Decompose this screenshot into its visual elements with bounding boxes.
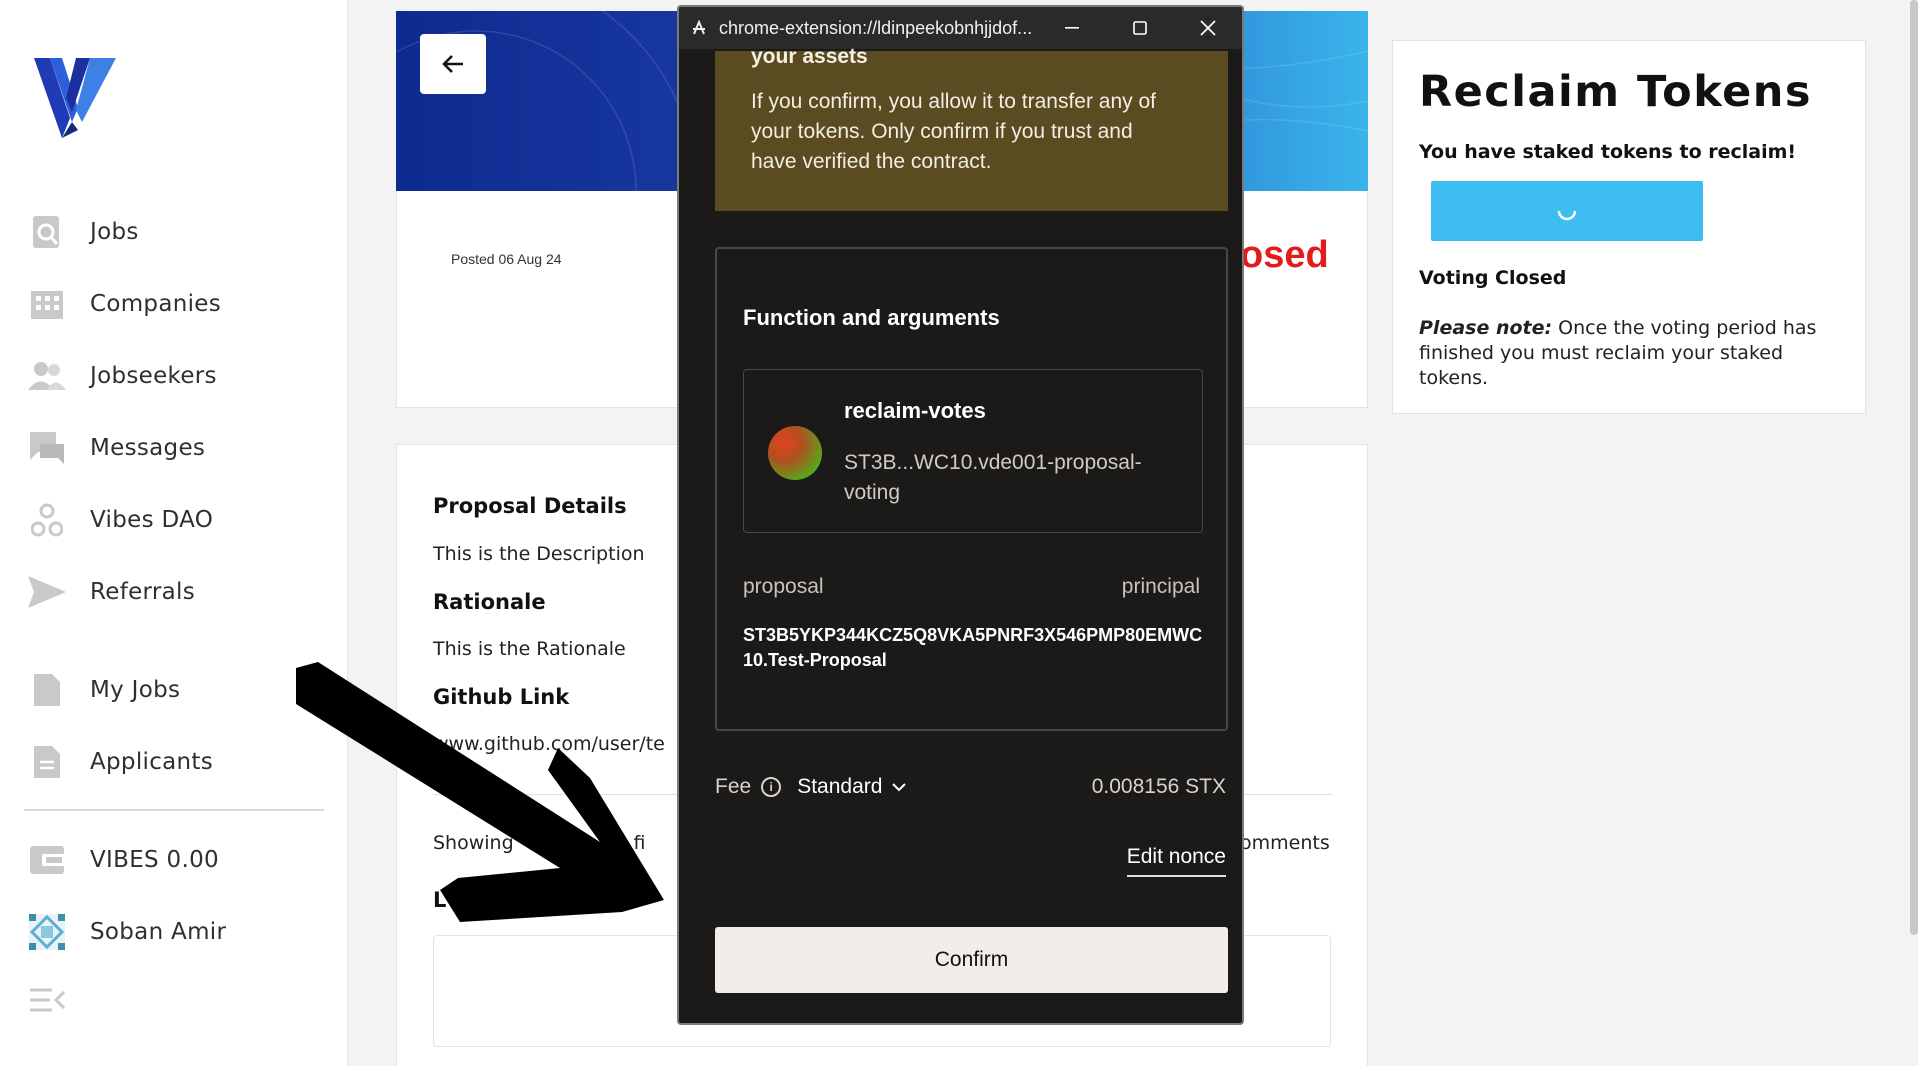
document-icon: [28, 743, 66, 781]
warning-text: If you confirm, you allow it to transfer…: [751, 90, 1157, 173]
fee-speed-select[interactable]: Standard: [797, 775, 907, 799]
function-heading: Function and arguments: [743, 305, 1000, 330]
fee-label: Fee: [715, 775, 752, 798]
sidebar-item-jobs[interactable]: Jobs: [28, 208, 318, 256]
warning-banner: your assets If you confirm, you allow it…: [715, 45, 1228, 211]
sidebar-item-messages[interactable]: Messages: [28, 424, 318, 472]
reclaim-note: Please note: Once the voting period has …: [1419, 316, 1849, 391]
people-icon: [28, 357, 66, 395]
argument-value: ST3B5YKP344KCZ5Q8VKA5PNRF3X546PMP80EMWC1…: [743, 625, 1203, 670]
send-icon: [28, 573, 66, 611]
fee-row: Fee i Standard: [715, 775, 907, 799]
loading-spinner-icon: [1557, 210, 1577, 221]
sidebar-divider: [24, 809, 324, 811]
sidebar-item-label: Companies: [90, 291, 222, 317]
github-heading: Github Link: [433, 685, 570, 709]
maximize-button[interactable]: [1106, 7, 1174, 49]
vibes-logo[interactable]: [32, 52, 116, 138]
sidebar-item-label: Soban Amir: [90, 919, 227, 945]
sidebar-item-label: Messages: [90, 435, 206, 461]
minimize-button[interactable]: [1038, 7, 1106, 49]
contract-avatar-icon: [768, 426, 822, 480]
sidebar-item-jobseekers[interactable]: Jobseekers: [28, 352, 318, 400]
sidebar-item-label: Jobseekers: [90, 363, 217, 389]
warning-heading: your assets: [751, 45, 868, 68]
showing-text-cont: t fi: [620, 832, 646, 854]
argument-type: principal: [1121, 575, 1200, 598]
minimize-icon: [1065, 27, 1079, 29]
arrow-left-icon: [442, 55, 463, 73]
building-icon: [28, 285, 66, 323]
sidebar-item-applicants[interactable]: Applicants: [28, 738, 318, 786]
page-scrollbar[interactable]: [1910, 0, 1918, 935]
sidebar-item-label: Vibes DAO: [90, 507, 214, 533]
dao-icon: [28, 501, 66, 539]
sidebar-item-companies[interactable]: Companies: [28, 280, 318, 328]
back-button[interactable]: [420, 34, 486, 94]
proposal-details-heading: Proposal Details: [433, 494, 627, 518]
wallet-popup-window: chrome-extension://ldinpeekobnhjjdof... …: [677, 5, 1244, 1025]
close-button[interactable]: [1174, 7, 1242, 49]
sidebar-item-my-jobs[interactable]: My Jobs: [28, 666, 318, 714]
voting-status: Voting Closed: [1419, 267, 1567, 289]
reclaim-button[interactable]: [1431, 181, 1703, 241]
sidebar-item-label: Applicants: [90, 749, 214, 775]
contract-id: ST3B...WC10.vde001-proposal-voting: [844, 451, 1142, 504]
collapse-sidebar-button[interactable]: [28, 976, 318, 1024]
sidebar-item-label: My Jobs: [90, 677, 181, 703]
posted-date: Posted 06 Aug 24: [451, 251, 562, 267]
close-icon: [1200, 20, 1216, 36]
sidebar-item-label: Referrals: [90, 579, 196, 605]
info-icon[interactable]: i: [761, 777, 782, 797]
sidebar-item-wallet[interactable]: VIBES 0.00: [28, 836, 318, 884]
proposal-status: osed: [1240, 234, 1329, 276]
reclaim-tokens-panel: Reclaim Tokens You have staked tokens to…: [1392, 40, 1866, 414]
argument-name: proposal: [743, 575, 824, 598]
fee-amount: 0.008156 STX: [1091, 775, 1226, 798]
proposal-description: This is the Description: [433, 543, 645, 565]
maximize-icon: [1133, 21, 1147, 35]
wallet-icon: [28, 841, 66, 879]
chat-icon: [28, 429, 66, 467]
showing-text: Showing: [433, 832, 514, 854]
github-link[interactable]: www.github.com/user/te: [433, 733, 665, 755]
sidebar-item-profile[interactable]: Soban Amir: [28, 908, 318, 956]
function-name: reclaim-votes: [844, 398, 986, 423]
fee-speed-value: Standard: [797, 775, 883, 798]
search-doc-icon: [28, 213, 66, 251]
sidebar: Jobs Companies Jobseekers Messages Vibes…: [0, 0, 348, 1066]
proposal-rationale: This is the Rationale: [433, 638, 626, 660]
file-icon: [28, 671, 66, 709]
extension-favicon: [689, 18, 709, 38]
sidebar-item-label: VIBES 0.00: [90, 847, 219, 873]
rationale-heading: Rationale: [433, 590, 546, 614]
sidebar-item-referrals[interactable]: Referrals: [28, 568, 318, 616]
function-arguments-box: Function and arguments reclaim-votes ST3…: [715, 247, 1228, 731]
comments-text: omments: [1240, 832, 1330, 854]
comments-heading: L: [433, 888, 447, 912]
confirm-button[interactable]: Confirm: [715, 927, 1228, 993]
popup-titlebar: chrome-extension://ldinpeekobnhjjdof...: [679, 7, 1242, 49]
popup-url: chrome-extension://ldinpeekobnhjjdof...: [719, 17, 1033, 38]
reclaim-subtitle: You have staked tokens to reclaim!: [1419, 141, 1797, 163]
edit-nonce-button[interactable]: Edit nonce: [1126, 845, 1226, 877]
sidebar-item-vibes-dao[interactable]: Vibes DAO: [28, 496, 318, 544]
chevron-down-icon: [892, 783, 907, 792]
reclaim-title: Reclaim Tokens: [1419, 67, 1813, 117]
menu-collapse-icon: [28, 981, 66, 1019]
contract-call-card: reclaim-votes ST3B...WC10.vde001-proposa…: [743, 369, 1203, 533]
avatar-icon: [28, 913, 66, 951]
note-label: Please note:: [1419, 317, 1553, 339]
sidebar-item-label: Jobs: [90, 219, 139, 245]
